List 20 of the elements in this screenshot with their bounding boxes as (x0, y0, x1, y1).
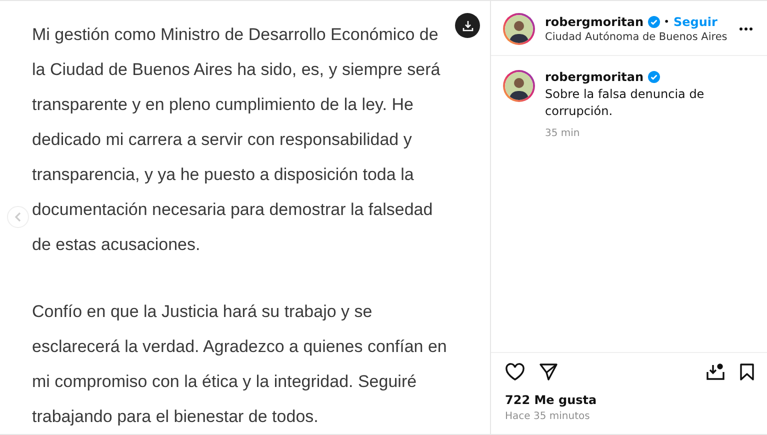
post-paragraph: Confío en que la Justicia hará su trabajo y se esclarecerá la verdad. Agradezco a quienes confían en mi compromiso con la ética y la integridad. Seguiré trabajando para el bienestar de todos. (32, 301, 448, 428)
bookmark-icon[interactable] (739, 363, 755, 381)
share-icon[interactable] (539, 363, 558, 381)
download-icon (462, 20, 474, 32)
avatar[interactable] (503, 13, 535, 45)
post-paragraph: Mi gestión como Ministro de Desarrollo Económico de la Ciudad de Buenos Aires ha sido, es, y siempre será transparente y en pleno cumplimiento de la ley. He dedicado mi carrera a servir con responsabilidad y transparencia, y ya he puesto a disposición toda la documentación necesaria para demostrar la falsedad de estas acusaciones. (32, 24, 442, 256)
more-options-icon[interactable] (739, 27, 753, 31)
chevron-left-icon (14, 212, 22, 222)
like-icon[interactable] (505, 363, 525, 381)
caption-text: Sobre la falsa denuncia de corrupción. (545, 86, 706, 120)
location-link[interactable]: Ciudad Autónoma de Buenos Aires (545, 31, 729, 43)
download-icon[interactable] (706, 363, 725, 381)
avatar[interactable] (503, 70, 535, 102)
likes-count[interactable]: 722 Me gusta (505, 393, 755, 407)
username-link[interactable]: robergmoritan (545, 15, 644, 29)
download-button[interactable] (455, 13, 480, 38)
username-link[interactable]: robergmoritan (545, 70, 644, 84)
post-date: Hace 35 minutos (505, 411, 591, 422)
separator-dot: • (664, 16, 670, 28)
post-time: 35 min (545, 128, 581, 139)
